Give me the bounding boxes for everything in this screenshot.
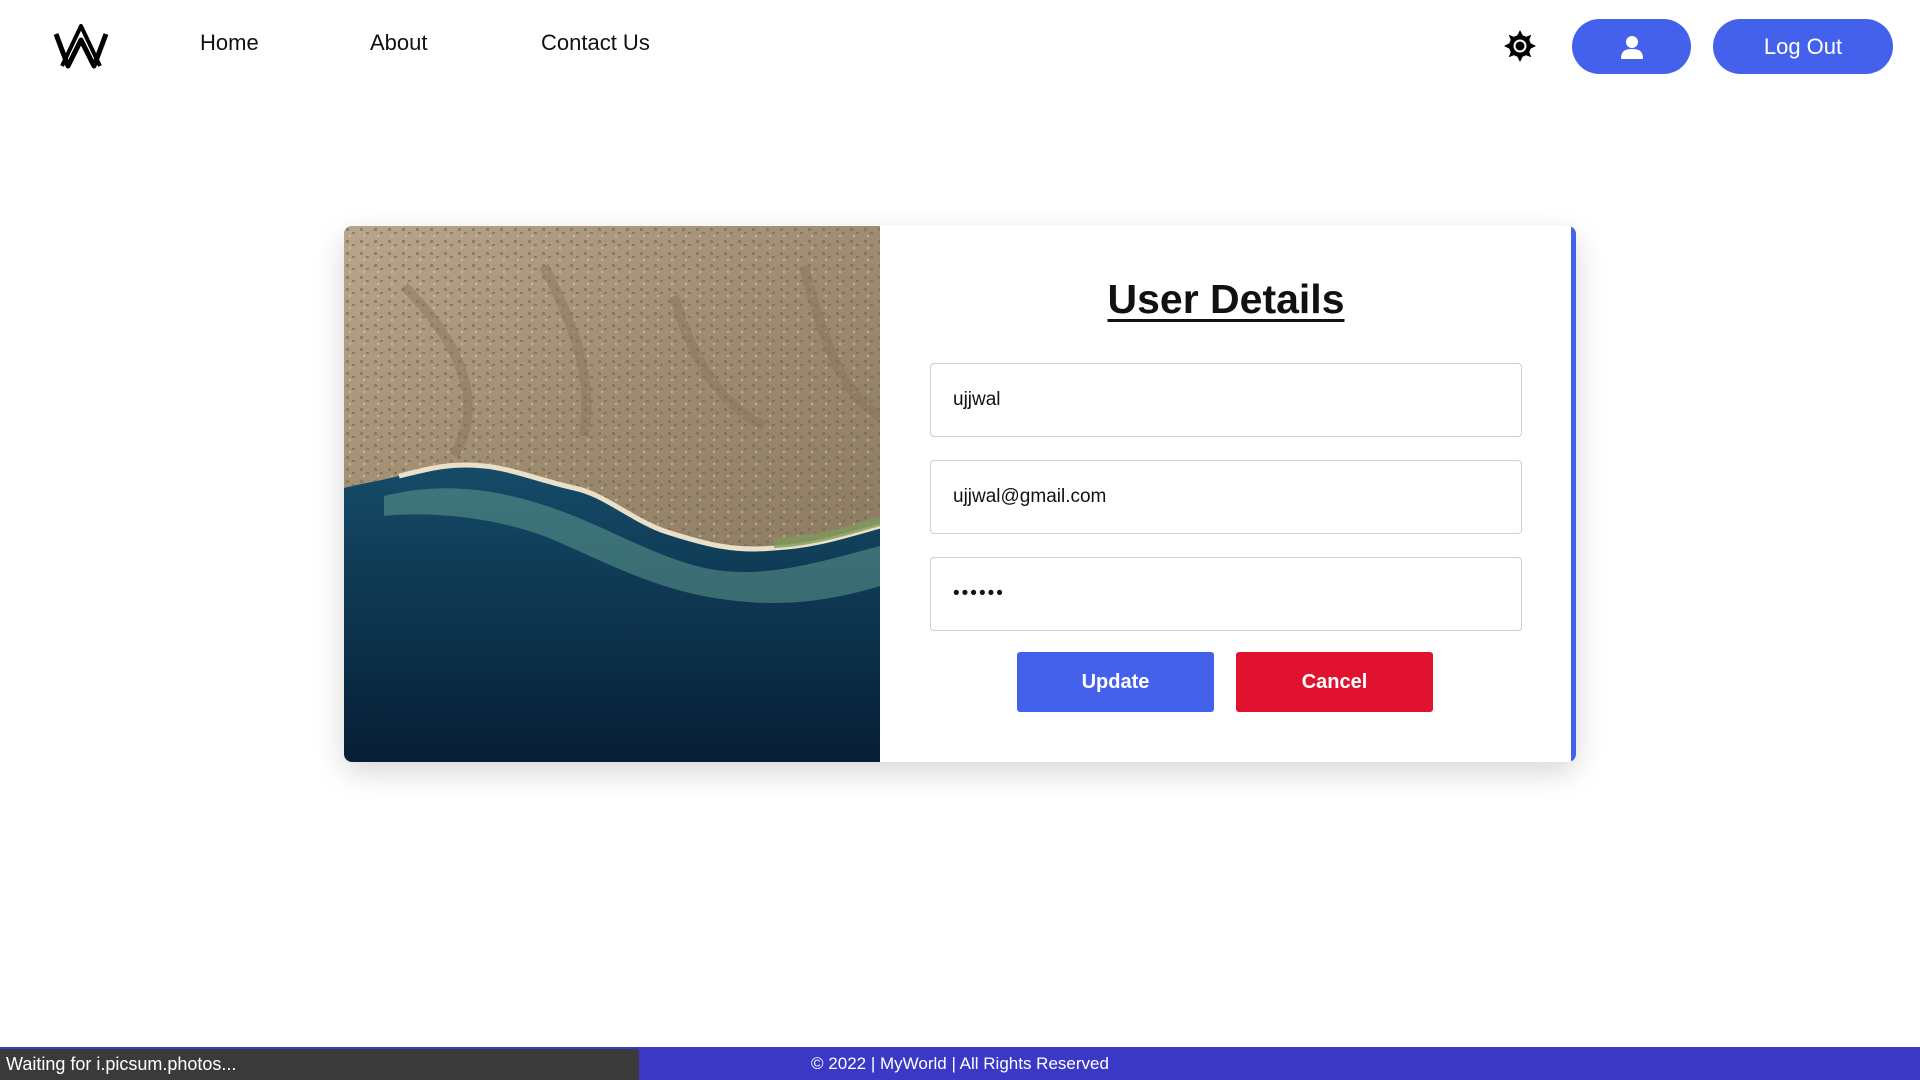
password-field[interactable]	[930, 557, 1522, 631]
user-icon	[1620, 35, 1643, 59]
navbar: Home About Contact Us Log Out	[0, 0, 1920, 92]
name-field[interactable]	[930, 363, 1522, 437]
coastline-photo	[344, 226, 880, 762]
nav-link-home[interactable]: Home	[200, 30, 259, 56]
card-accent-border	[1571, 226, 1576, 762]
email-field[interactable]	[930, 460, 1522, 534]
browser-status-bar: Waiting for i.picsum.photos...	[0, 1049, 639, 1080]
cancel-button[interactable]: Cancel	[1236, 652, 1433, 712]
sun-icon[interactable]	[1502, 28, 1538, 64]
nav-link-contact-us[interactable]: Contact Us	[541, 30, 650, 56]
profile-button[interactable]	[1572, 19, 1691, 74]
form-title: User Details	[1107, 276, 1345, 322]
nav-link-about[interactable]: About	[370, 30, 428, 56]
myworld-logo-icon[interactable]	[52, 22, 110, 70]
status-text: Waiting for i.picsum.photos...	[6, 1054, 237, 1074]
logout-button[interactable]: Log Out	[1713, 19, 1893, 74]
update-button[interactable]: Update	[1017, 652, 1214, 712]
footer-text: © 2022 | MyWorld | All Rights Reserved	[811, 1054, 1109, 1073]
user-details-card: User Details Update Cancel	[344, 226, 1576, 762]
